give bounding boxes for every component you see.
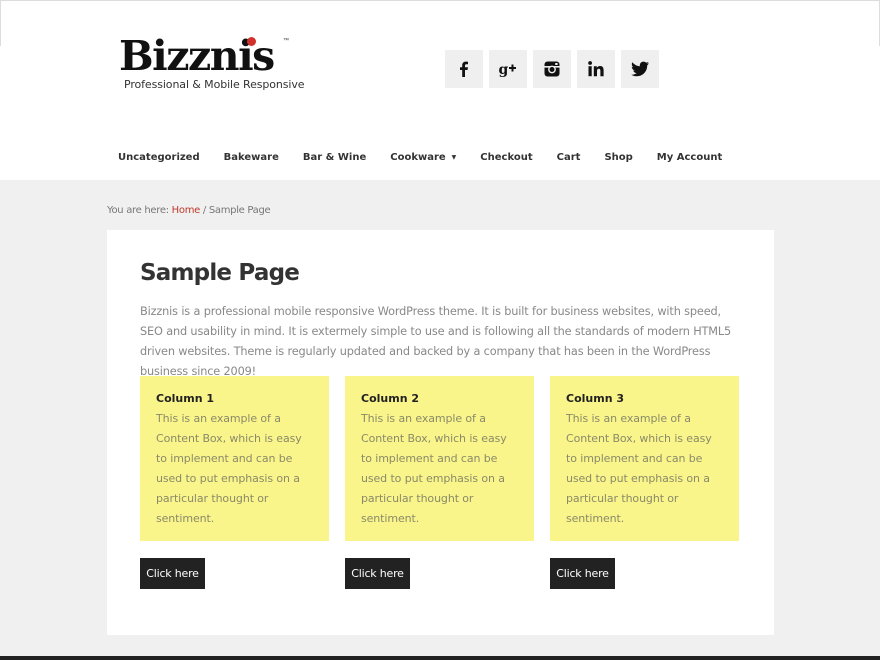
logo-tagline: Professional & Mobile Responsive [124, 78, 305, 91]
twitter-button[interactable] [621, 50, 659, 88]
nav-item-label: Bar & Wine [302, 151, 367, 163]
instagram-button[interactable] [533, 50, 571, 88]
nav-item-label: My Account [656, 151, 723, 163]
svg-text:g: g [499, 62, 509, 78]
nav-item-my-account[interactable]: My Account [645, 152, 734, 163]
nav-item-cookware[interactable]: Cookware ▼ [378, 152, 468, 163]
nav-item-cart[interactable]: Cart [545, 152, 593, 163]
linkedin-icon [588, 61, 604, 77]
page-title: Sample Page [140, 260, 300, 286]
breadcrumb-prefix: You are here: [107, 205, 172, 216]
nav-item-label: Uncategorized [118, 151, 200, 163]
click-here-button-3[interactable]: Click here [550, 558, 615, 589]
content-box-text: This is an example of a Content Box, whi… [361, 412, 507, 525]
content-box-2: Column 2 This is an example of a Content… [345, 376, 534, 541]
content-box-title: Column 1 [156, 392, 215, 405]
nav-item-checkout[interactable]: Checkout [468, 152, 544, 163]
facebook-button[interactable] [445, 50, 483, 88]
google-plus-button[interactable]: g [489, 50, 527, 88]
linkedin-button[interactable] [577, 50, 615, 88]
main-navigation: Uncategorized Bakeware Bar & Wine Cookwa… [106, 140, 734, 174]
nav-item-uncategorized[interactable]: Uncategorized [106, 152, 212, 163]
click-here-button-1[interactable]: Click here [140, 558, 205, 589]
content-box-title: Column 3 [566, 392, 625, 405]
logo-trademark: ™ [283, 38, 289, 44]
nav-item-label: Shop [604, 151, 633, 163]
caret-down-icon: ▼ [451, 153, 457, 161]
facebook-icon [460, 61, 468, 77]
logo-dot [247, 37, 256, 46]
content-box-title: Column 2 [361, 392, 420, 405]
site-logo[interactable]: Bizznis ™ Professional & Mobile Responsi… [119, 33, 305, 95]
content-area: Sample Page Bizznis is a professional mo… [107, 230, 774, 635]
click-here-button-2[interactable]: Click here [345, 558, 410, 589]
nav-item-shop[interactable]: Shop [592, 152, 644, 163]
content-box-text: This is an example of a Content Box, whi… [156, 412, 302, 525]
breadcrumb-separator: / [200, 205, 209, 216]
intro-paragraph: Bizznis is a professional mobile respons… [140, 305, 732, 378]
breadcrumb-current: Sample Page [208, 205, 271, 216]
nav-item-bar-wine[interactable]: Bar & Wine [291, 152, 378, 163]
twitter-icon [631, 61, 649, 77]
content-box-3: Column 3 This is an example of a Content… [550, 376, 739, 541]
content-box-text: This is an example of a Content Box, whi… [566, 412, 712, 525]
breadcrumb: You are here: Home / Sample Page [107, 205, 271, 216]
nav-item-label: Checkout [480, 151, 533, 163]
instagram-icon [544, 61, 560, 77]
nav-item-bakeware[interactable]: Bakeware [212, 152, 291, 163]
footer-bar [0, 656, 880, 660]
nav-item-label: Bakeware [223, 151, 279, 163]
content-box-1: Column 1 This is an example of a Content… [140, 376, 329, 541]
nav-item-label: Cart [556, 151, 581, 163]
google-plus-icon: g [499, 62, 516, 78]
breadcrumb-home-link[interactable]: Home [172, 205, 201, 216]
nav-item-label: Cookware [390, 151, 446, 163]
